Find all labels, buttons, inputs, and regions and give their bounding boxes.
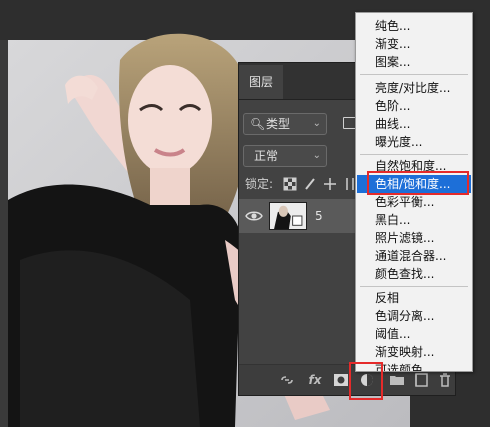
menu-item-levels[interactable]: 色阶... — [357, 97, 471, 115]
filter-kind-select[interactable]: 🔍︎ 类型 ⌄ — [243, 113, 327, 135]
layer-name: 5 — [315, 209, 323, 223]
lock-transparent-icon[interactable] — [283, 177, 297, 191]
menu-item-color-lookup[interactable]: 颜色查找... — [357, 265, 471, 283]
new-layer-icon[interactable] — [413, 372, 429, 388]
fx-icon[interactable]: fx — [307, 372, 323, 388]
link-icon[interactable] — [279, 372, 295, 388]
menu-item-invert[interactable]: 反相 — [357, 289, 471, 307]
lock-label: 锁定: — [245, 177, 274, 191]
menu-item-threshold[interactable]: 阈值... — [357, 325, 471, 343]
search-icon: 🔍︎ — [250, 117, 266, 131]
blend-mode-label: 正常 — [254, 149, 279, 163]
menu-item-solid-color[interactable]: 纯色... — [357, 17, 471, 35]
menu-item-gradient[interactable]: 渐变... — [357, 35, 471, 53]
menu-item-posterize[interactable]: 色调分离... — [357, 307, 471, 325]
brush-icon[interactable] — [303, 177, 317, 191]
menu-item-black-white[interactable]: 黑白... — [357, 211, 471, 229]
trash-icon[interactable] — [437, 372, 453, 388]
menu-item-gradient-map[interactable]: 渐变映射... — [357, 343, 471, 361]
menu-separator — [360, 74, 468, 75]
move-icon[interactable] — [323, 177, 337, 191]
menu-separator — [360, 286, 468, 287]
menu-item-curves[interactable]: 曲线... — [357, 115, 471, 133]
annotation-highlight-adjustment-button — [349, 362, 383, 400]
blend-mode-select[interactable]: 正常 ⌄ — [243, 145, 327, 167]
layer-thumbnail — [269, 202, 307, 230]
menu-item-color-balance[interactable]: 色彩平衡... — [357, 193, 471, 211]
chevron-down-icon: ⌄ — [312, 150, 321, 161]
annotation-highlight-menu — [367, 171, 469, 195]
filter-kind-label: 类型 — [266, 117, 291, 131]
menu-item-brightness-contrast[interactable]: 亮度/对比度... — [357, 79, 471, 97]
group-icon[interactable] — [389, 372, 405, 388]
tab-layers[interactable]: 图层 — [239, 65, 283, 99]
menu-item-exposure[interactable]: 曝光度... — [357, 133, 471, 151]
menu-item-photo-filter[interactable]: 照片滤镜... — [357, 229, 471, 247]
menu-separator — [360, 154, 468, 155]
mask-icon[interactable] — [333, 372, 349, 388]
menu-item-channel-mixer[interactable]: 通道混合器... — [357, 247, 471, 265]
eye-icon[interactable] — [245, 207, 263, 225]
menu-item-pattern[interactable]: 图案... — [357, 53, 471, 71]
chevron-down-icon: ⌄ — [312, 118, 321, 129]
